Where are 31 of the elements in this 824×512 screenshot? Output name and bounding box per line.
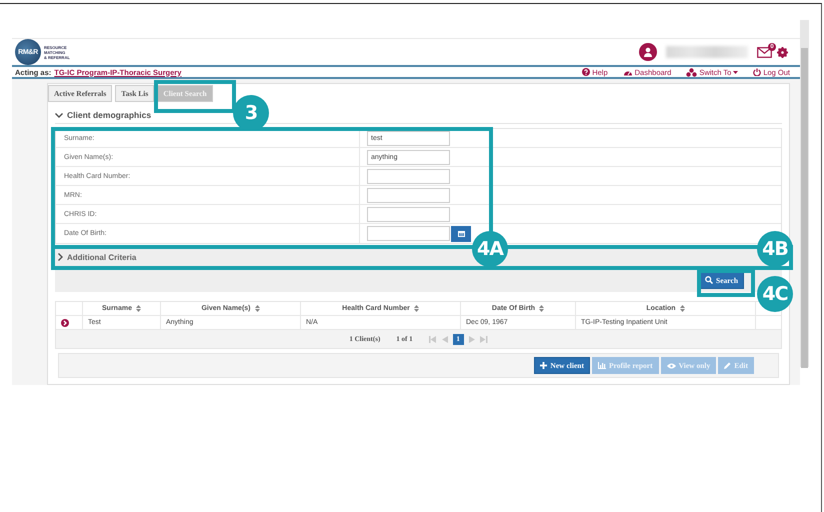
settings-icon	[777, 46, 788, 58]
input-field[interactable]	[367, 226, 450, 241]
help-icon	[582, 68, 590, 76]
calendar-icon	[458, 230, 464, 237]
scrollbar[interactable]	[800, 20, 809, 367]
chevron-icon	[55, 112, 63, 118]
last-page-icon	[480, 336, 488, 342]
sort-icon	[136, 305, 141, 312]
expand-row-icon	[61, 318, 69, 326]
calendar-button[interactable]	[451, 226, 471, 242]
chevron-icon	[58, 253, 63, 261]
input-field[interactable]	[367, 188, 450, 202]
caret-icon	[733, 70, 738, 74]
search-icon	[705, 276, 714, 284]
input-field[interactable]	[367, 206, 450, 222]
people-icon	[686, 68, 698, 76]
next-page-icon	[468, 336, 476, 342]
eye-icon	[666, 362, 676, 368]
input-field[interactable]	[367, 168, 450, 184]
power-icon	[753, 68, 762, 76]
sort-icon	[539, 305, 544, 312]
sort-icon	[680, 305, 685, 312]
mail-icon	[757, 46, 772, 58]
previous-page-icon	[440, 336, 449, 342]
sort-icon	[254, 305, 260, 312]
bar-chart-icon	[598, 362, 606, 369]
first-page-icon	[428, 336, 437, 342]
sort-icon	[414, 305, 419, 312]
pencil-icon	[724, 362, 732, 369]
user-icon	[643, 47, 653, 57]
plus-icon	[540, 362, 548, 369]
